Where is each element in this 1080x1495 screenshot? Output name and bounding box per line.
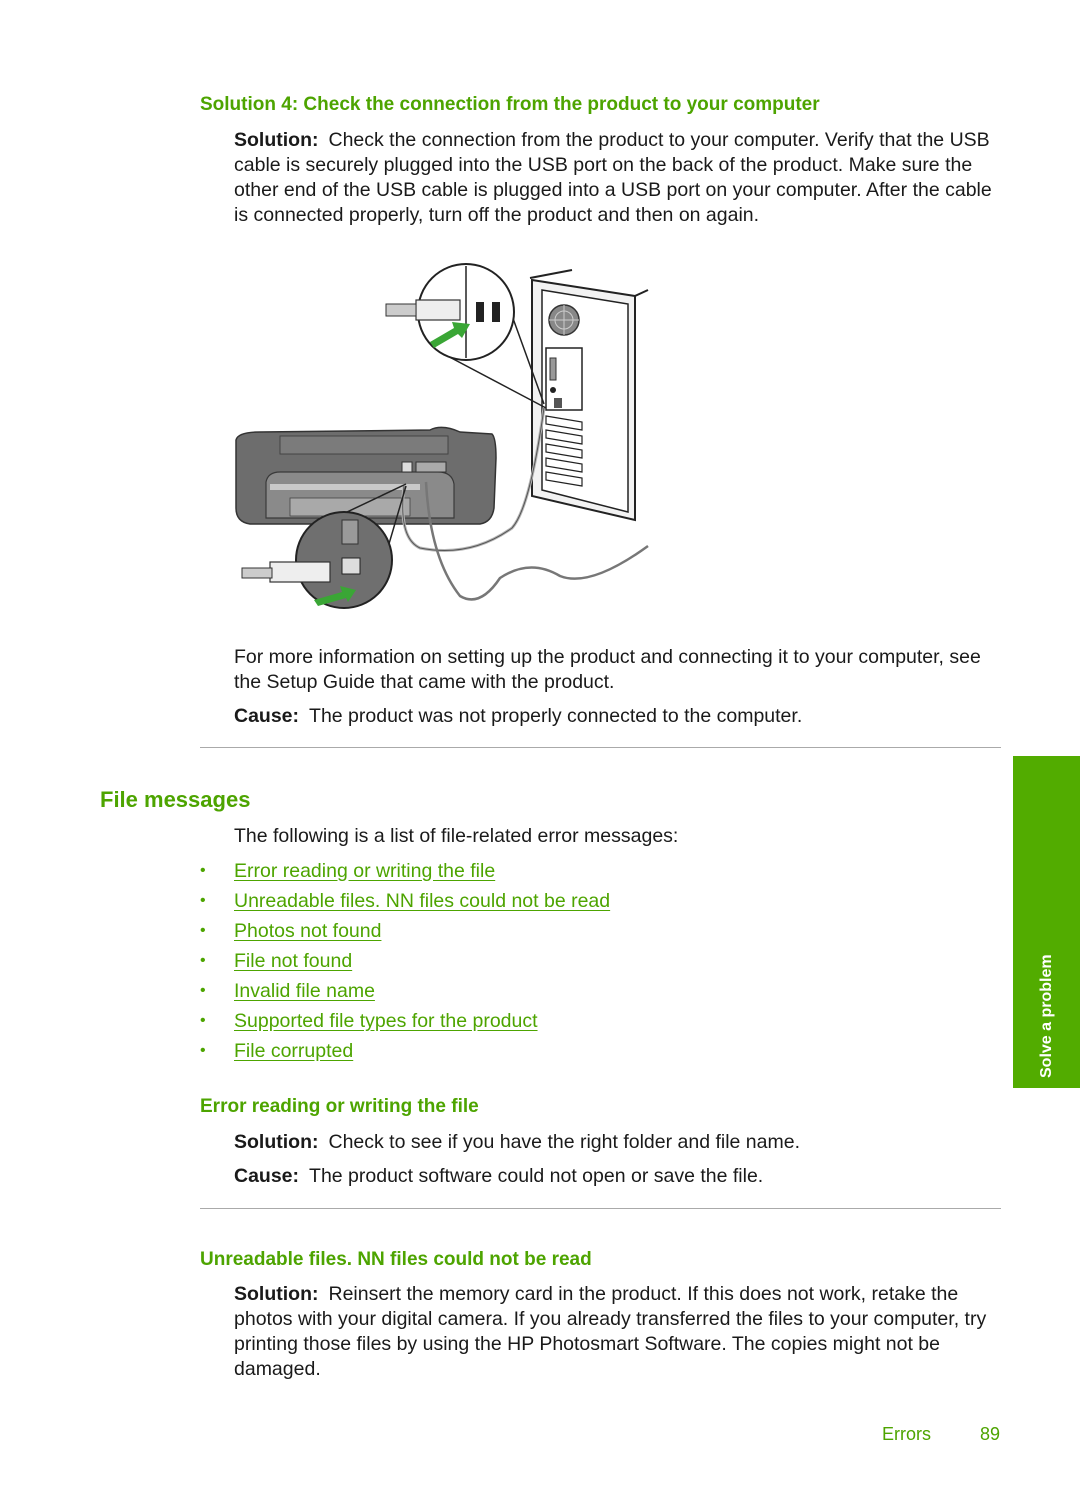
solution-label: Solution:	[234, 1131, 319, 1153]
bullet-icon: •	[200, 952, 206, 969]
error-reading-solution: Solution: Check to see if you have the ri…	[234, 1130, 1009, 1155]
bullet-icon: •	[200, 1012, 206, 1029]
list-item: • Unreadable files. NN files could not be…	[200, 888, 610, 918]
link-error-reading-writing[interactable]: Error reading or writing the file	[234, 860, 495, 882]
footer-page-number: 89	[980, 1424, 1001, 1444]
solution4-solution-paragraph: Solution: Check the connection from the p…	[234, 128, 1009, 228]
file-messages-heading: File messages	[100, 787, 251, 812]
link-unreadable-files[interactable]: Unreadable files. NN files could not be …	[234, 890, 610, 912]
error-reading-cause: Cause: The product software could not ope…	[234, 1164, 1009, 1189]
link-photos-not-found[interactable]: Photos not found	[234, 920, 381, 942]
solution-text: Reinsert the memory card in the product.…	[234, 1283, 987, 1380]
link-invalid-file-name[interactable]: Invalid file name	[234, 980, 375, 1002]
cause-label: Cause:	[234, 1165, 300, 1187]
error-reading-heading: Error reading or writing the file	[200, 1096, 479, 1117]
unreadable-files-heading: Unreadable files. NN files could not be …	[200, 1249, 592, 1270]
list-item: • File not found	[200, 948, 610, 978]
footer-section-name: Errors	[882, 1424, 931, 1444]
bullet-icon: •	[200, 892, 206, 909]
printer-icon	[235, 426, 497, 525]
link-supported-file-types[interactable]: Supported file types for the product	[234, 1010, 538, 1032]
bullet-icon: •	[200, 1042, 206, 1059]
bullet-icon: •	[200, 982, 206, 999]
list-item: • Supported file types for the product	[200, 1008, 610, 1038]
side-tab-label: Solve a problem	[1037, 954, 1055, 1078]
solution-label: Solution:	[234, 1283, 319, 1305]
list-item: • Invalid file name	[200, 978, 610, 1008]
side-tab-solve-a-problem: Solve a problem	[1013, 756, 1080, 1088]
file-messages-intro: The following is a list of file-related …	[234, 825, 679, 847]
bullet-icon: •	[200, 862, 206, 879]
solution4-cause-paragraph: Cause: The product was not properly conne…	[234, 704, 1009, 729]
list-item: • Error reading or writing the file	[200, 858, 610, 888]
list-item: • File corrupted	[200, 1038, 610, 1068]
solution-label: Solution:	[234, 129, 319, 151]
cause-text: The product software could not open or s…	[309, 1165, 764, 1187]
file-messages-link-list: • Error reading or writing the file • Unre…	[200, 858, 610, 1068]
link-file-corrupted[interactable]: File corrupted	[234, 1040, 353, 1062]
solution-text: Check the connection from the product to…	[234, 129, 992, 226]
usb-connection-illustration	[235, 263, 649, 609]
bullet-icon: •	[200, 922, 206, 939]
list-item: • Photos not found	[200, 918, 610, 948]
more-info-paragraph: For more information on setting up the p…	[234, 646, 981, 693]
cause-text: The product was not properly connected t…	[309, 705, 803, 727]
solution4-heading: Solution 4: Check the connection from th…	[200, 94, 820, 115]
computer-tower-icon	[529, 269, 649, 522]
section-divider	[200, 747, 1001, 748]
link-file-not-found[interactable]: File not found	[234, 950, 352, 972]
usb-port-zoom-top	[385, 263, 547, 409]
cause-label: Cause:	[234, 705, 300, 727]
section-divider	[200, 1208, 1001, 1209]
unreadable-files-solution: Solution: Reinsert the memory card in the…	[234, 1282, 1009, 1382]
solution-text: Check to see if you have the right folde…	[328, 1131, 801, 1153]
